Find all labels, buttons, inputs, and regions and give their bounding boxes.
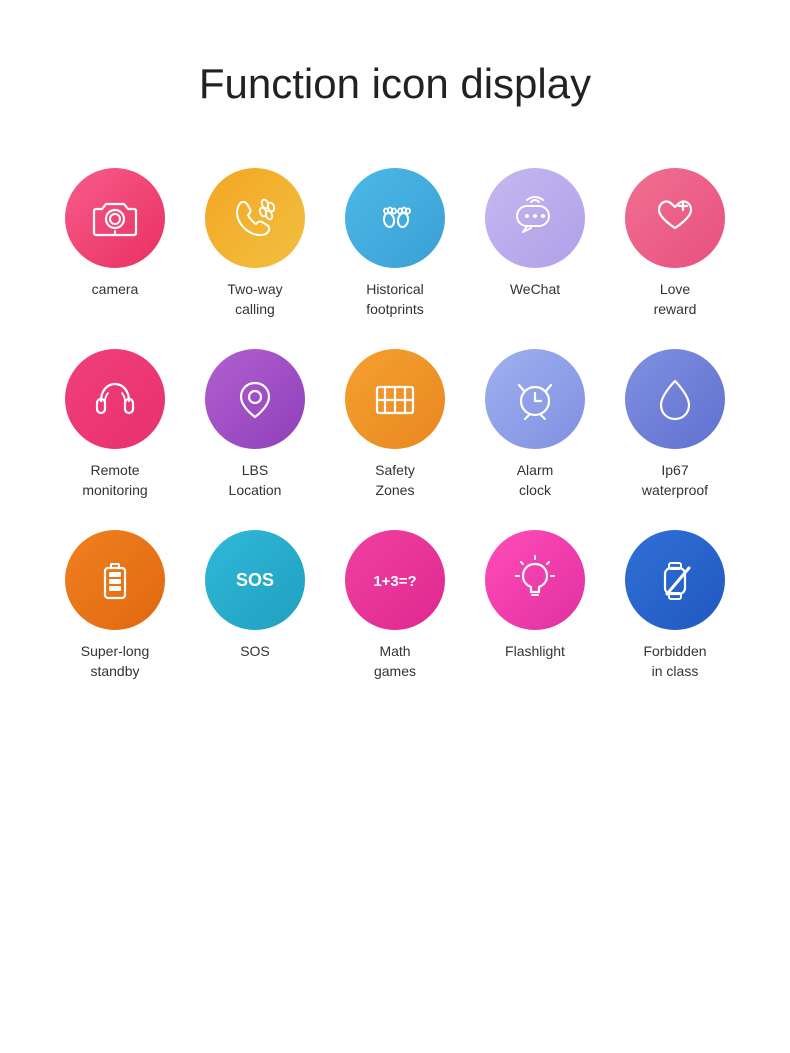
icon-label-wechat: WeChat [510, 280, 560, 300]
icon-item-safety-zones: SafetyZones [335, 349, 455, 500]
icon-label-sos: SOS [240, 642, 270, 662]
icon-circle-ip67-waterproof [625, 349, 725, 449]
svg-text:SOS: SOS [236, 570, 274, 590]
icon-grid: camera Two-waycalling [15, 168, 775, 682]
icon-circle-footprints [345, 168, 445, 268]
icon-item-forbidden-in-class: Forbiddenin class [615, 530, 735, 681]
icon-item-ip67-waterproof: Ip67waterproof [615, 349, 735, 500]
icon-item-math-games: 1+3=? Mathgames [335, 530, 455, 681]
icon-item-camera: camera [55, 168, 175, 319]
icon-circle-camera [65, 168, 165, 268]
icon-label-love-reward: Lovereward [654, 280, 697, 319]
icon-circle-remote-monitoring [65, 349, 165, 449]
icon-circle-forbidden-in-class [625, 530, 725, 630]
icon-item-calling: Two-waycalling [195, 168, 315, 319]
icon-circle-wechat [485, 168, 585, 268]
page-title: Function icon display [199, 60, 591, 108]
icon-circle-super-long-standby [65, 530, 165, 630]
icon-circle-flashlight [485, 530, 585, 630]
icon-item-love-reward: Lovereward [615, 168, 735, 319]
icon-label-camera: camera [92, 280, 139, 300]
icon-label-safety-zones: SafetyZones [375, 461, 415, 500]
icon-circle-safety-zones [345, 349, 445, 449]
icon-label-math-games: Mathgames [374, 642, 416, 681]
icon-label-footprints: Historicalfootprints [366, 280, 424, 319]
icon-item-flashlight: Flashlight [475, 530, 595, 681]
icon-label-calling: Two-waycalling [227, 280, 282, 319]
icon-circle-sos: SOS [205, 530, 305, 630]
icon-circle-math-games: 1+3=? [345, 530, 445, 630]
icon-item-remote-monitoring: Remotemonitoring [55, 349, 175, 500]
icon-item-wechat: WeChat [475, 168, 595, 319]
icon-item-alarm-clock: Alarmclock [475, 349, 595, 500]
icon-circle-alarm-clock [485, 349, 585, 449]
icon-item-sos: SOS SOS [195, 530, 315, 681]
icon-label-super-long-standby: Super-longstandby [81, 642, 150, 681]
icon-item-footprints: Historicalfootprints [335, 168, 455, 319]
icon-item-super-long-standby: Super-longstandby [55, 530, 175, 681]
icon-label-lbs-location: LBSLocation [229, 461, 282, 500]
icon-circle-love-reward [625, 168, 725, 268]
icon-circle-calling [205, 168, 305, 268]
icon-label-forbidden-in-class: Forbiddenin class [643, 642, 706, 681]
svg-text:1+3=?: 1+3=? [373, 573, 416, 590]
icon-label-ip67-waterproof: Ip67waterproof [642, 461, 708, 500]
icon-label-remote-monitoring: Remotemonitoring [82, 461, 147, 500]
icon-label-alarm-clock: Alarmclock [517, 461, 554, 500]
icon-label-flashlight: Flashlight [505, 642, 565, 662]
icon-item-lbs-location: LBSLocation [195, 349, 315, 500]
icon-circle-lbs-location [205, 349, 305, 449]
